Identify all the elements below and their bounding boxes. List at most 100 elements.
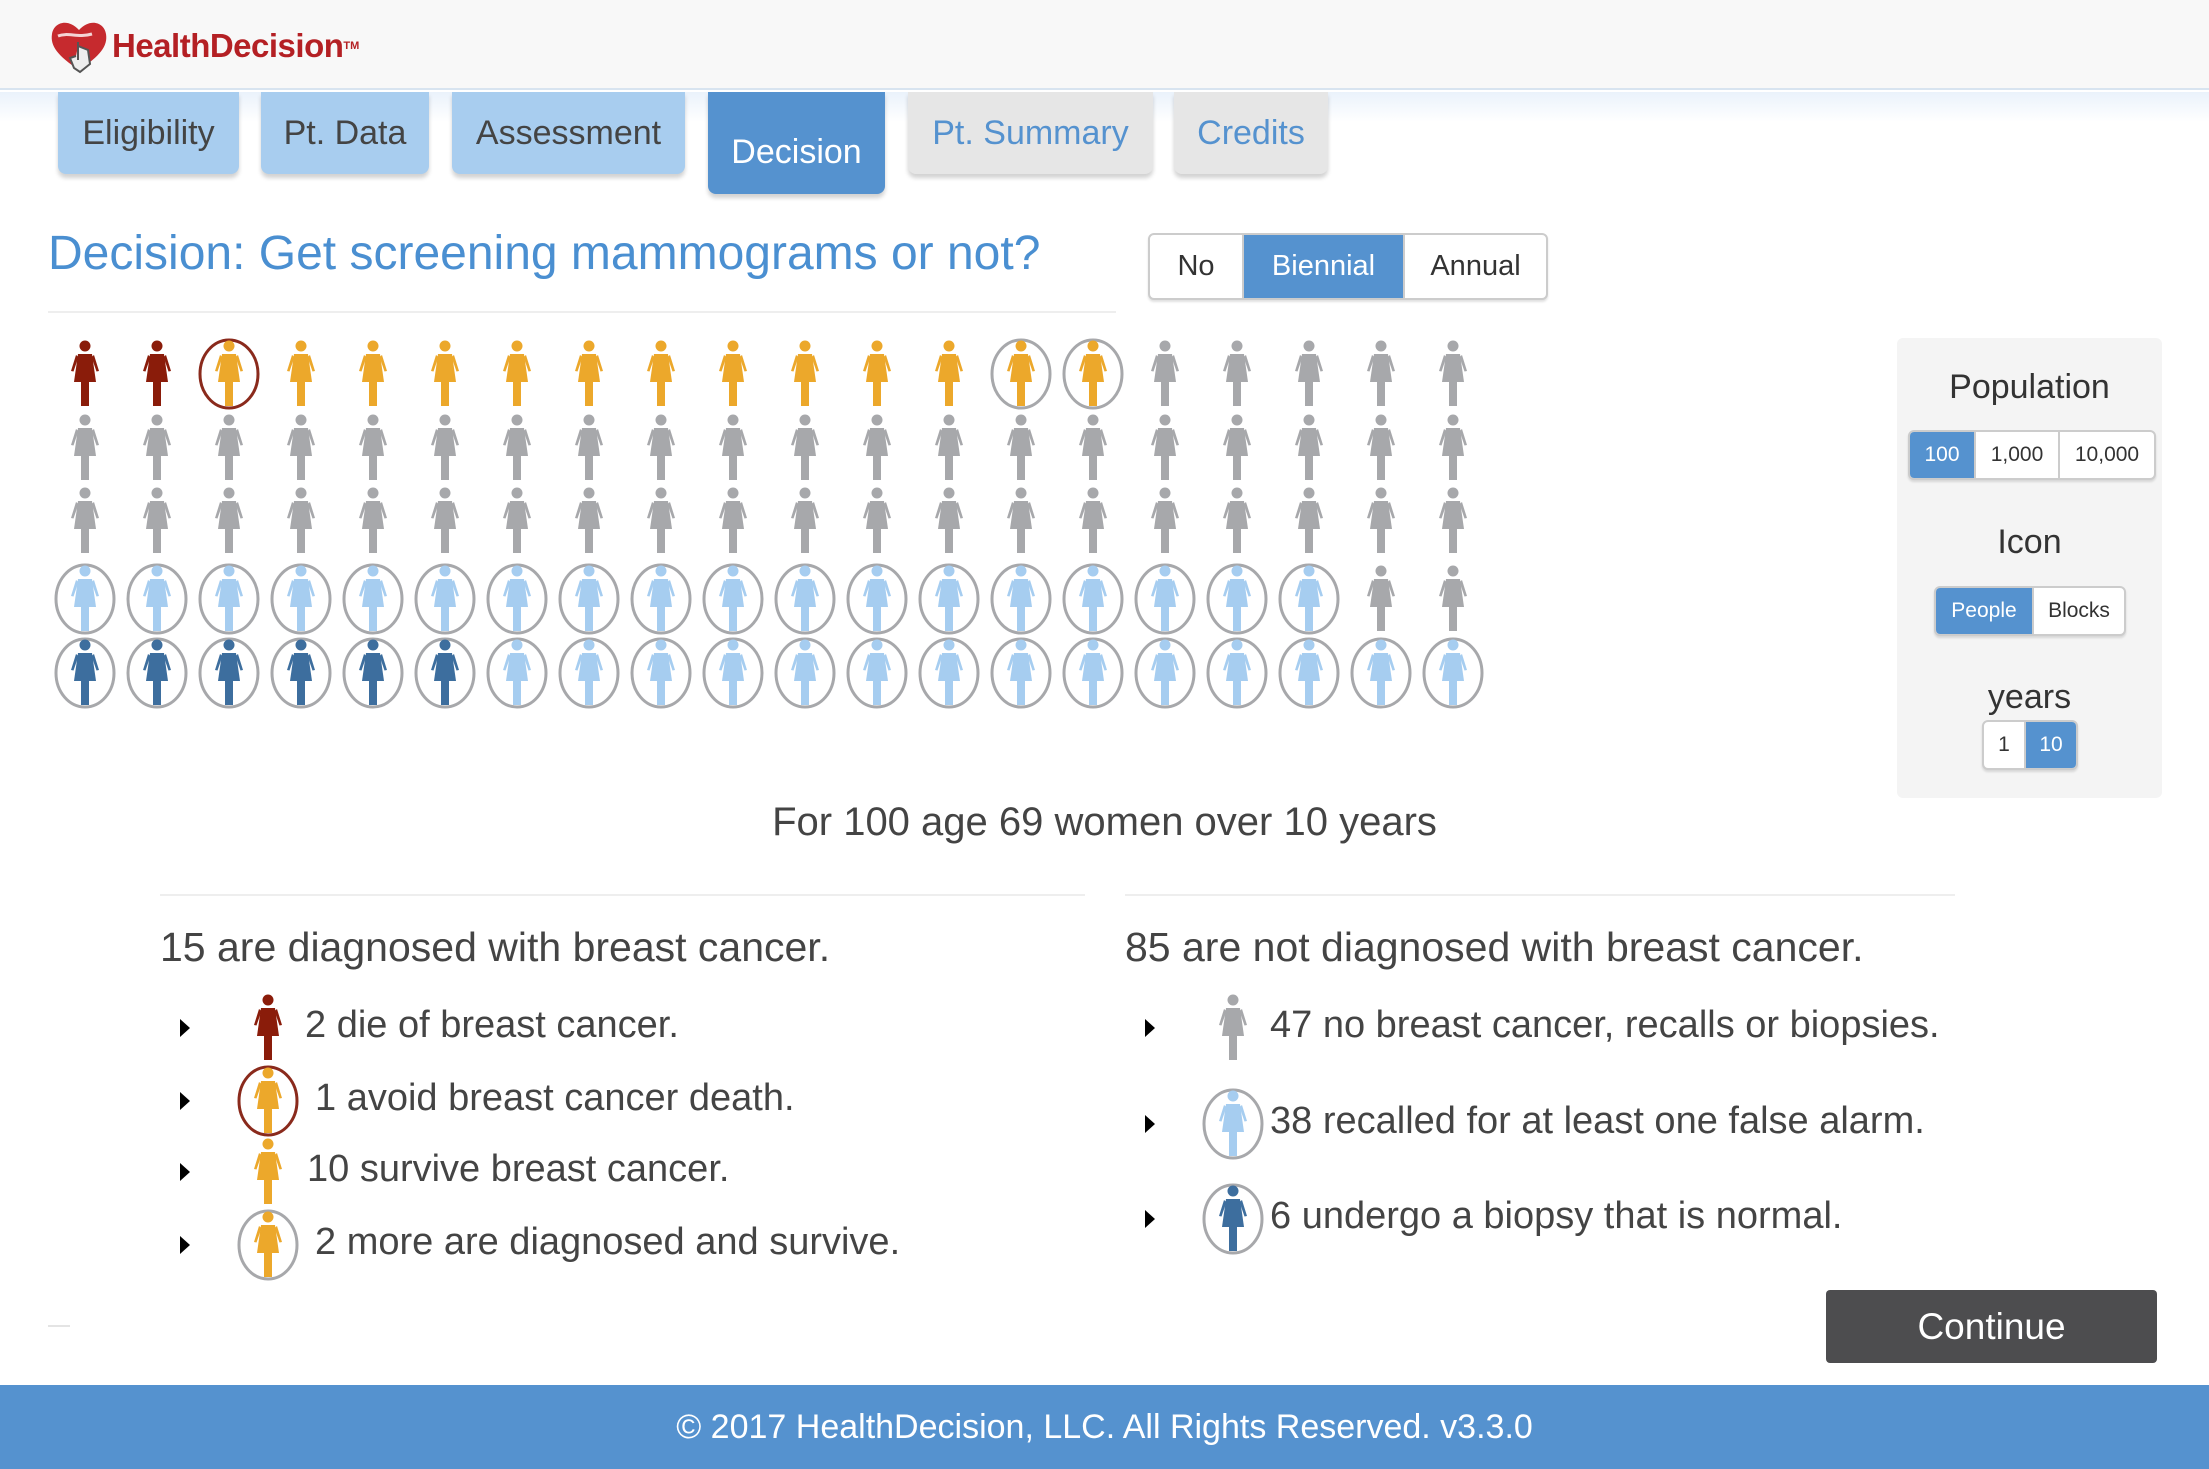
tab-decision[interactable]: Decision xyxy=(708,92,885,194)
years-10[interactable]: 10 xyxy=(2024,722,2076,768)
person-icon-none xyxy=(265,484,337,558)
person-icon-none xyxy=(985,411,1057,485)
person-icon-none xyxy=(1273,411,1345,485)
person-icon-none xyxy=(841,484,913,558)
display-controls-panel: Population 100 1,000 10,000 Icon People … xyxy=(1897,338,2162,798)
tab-eligibility[interactable]: Eligibility xyxy=(58,92,239,174)
person-icon-survive xyxy=(337,337,409,411)
person-icon-recall xyxy=(49,562,121,636)
legend-icon-avoid xyxy=(232,1064,304,1143)
person-icon-none xyxy=(1345,337,1417,411)
person-icon-none xyxy=(121,484,193,558)
brand-logo[interactable]: HealthDecision TM xyxy=(48,16,359,76)
person-icon-survive xyxy=(553,337,625,411)
person-icon-none xyxy=(697,484,769,558)
person-icon-none xyxy=(1129,337,1201,411)
expand-caret-icon[interactable] xyxy=(180,1236,190,1254)
person-icon-recall xyxy=(121,562,193,636)
person-icon-none xyxy=(1345,562,1417,636)
person-icon-none xyxy=(985,484,1057,558)
years-label: years xyxy=(1987,678,2072,716)
expand-caret-icon[interactable] xyxy=(180,1163,190,1181)
person-icon-none xyxy=(913,484,985,558)
population-1000[interactable]: 1,000 xyxy=(1974,432,2058,478)
expand-caret-icon[interactable] xyxy=(1145,1115,1155,1133)
person-icon-none xyxy=(913,411,985,485)
population-100[interactable]: 100 xyxy=(1910,432,1974,478)
person-icon-none xyxy=(193,411,265,485)
legend-text-more: 2 more are diagnosed and survive. xyxy=(315,1221,901,1263)
person-icon-recall xyxy=(913,636,985,710)
person-icon-none xyxy=(121,411,193,485)
footer-copyright: © 2017 HealthDecision, LLC. All Rights R… xyxy=(0,1385,2209,1469)
tab-pt-data[interactable]: Pt. Data xyxy=(261,92,429,174)
person-icon-recall xyxy=(553,636,625,710)
years-toggle: 1 10 xyxy=(1982,720,2078,770)
person-icon-recall xyxy=(697,562,769,636)
icon-people[interactable]: People xyxy=(1936,588,2032,634)
person-icon-none xyxy=(337,411,409,485)
expand-caret-icon[interactable] xyxy=(1145,1210,1155,1228)
app-header: HealthDecision TM xyxy=(0,0,2209,90)
brand-name: HealthDecision xyxy=(112,27,344,64)
divider-mark xyxy=(48,1325,70,1327)
icon-blocks[interactable]: Blocks xyxy=(2032,588,2124,634)
population-10000[interactable]: 10,000 xyxy=(2058,432,2154,478)
expand-caret-icon[interactable] xyxy=(180,1092,190,1110)
person-icon-recall xyxy=(1201,562,1273,636)
diagnosed-divider xyxy=(160,894,1085,896)
person-icon-none xyxy=(1345,411,1417,485)
expand-caret-icon[interactable] xyxy=(180,1019,190,1037)
person-icon-none xyxy=(1057,484,1129,558)
diagnosed-heading: 15 are diagnosed with breast cancer. xyxy=(160,924,831,970)
person-icon-biopsy xyxy=(409,636,481,710)
person-icon-biopsy xyxy=(265,636,337,710)
tab-credits[interactable]: Credits xyxy=(1174,92,1328,174)
person-icon-recall xyxy=(1345,636,1417,710)
tab-assessment[interactable]: Assessment xyxy=(452,92,685,174)
person-icon-survive xyxy=(409,337,481,411)
person-icon-recall xyxy=(1417,636,1489,710)
person-icon-none xyxy=(409,484,481,558)
tab-pt-summary[interactable]: Pt. Summary xyxy=(908,92,1153,174)
person-icon-none xyxy=(1273,337,1345,411)
legend-text-avoid: 1 avoid breast cancer death. xyxy=(315,1077,795,1119)
person-icon-recall xyxy=(1129,636,1201,710)
person-icon-none xyxy=(553,411,625,485)
legend-icon-biopsy xyxy=(1197,1182,1269,1261)
person-icon-none xyxy=(841,411,913,485)
person-icon-none xyxy=(1201,411,1273,485)
person-icon-recall xyxy=(1273,562,1345,636)
person-icon-recall xyxy=(1129,562,1201,636)
person-icon-none xyxy=(1129,411,1201,485)
years-1[interactable]: 1 xyxy=(1984,722,2024,768)
person-icon-none xyxy=(1417,484,1489,558)
expand-caret-icon[interactable] xyxy=(1145,1019,1155,1037)
person-icon-none xyxy=(697,411,769,485)
person-icon-recall xyxy=(625,562,697,636)
person-icon-survive xyxy=(265,337,337,411)
title-divider xyxy=(48,311,1116,313)
option-annual[interactable]: Annual xyxy=(1403,235,1546,298)
person-icon-recall xyxy=(985,562,1057,636)
legend-icon-none xyxy=(1197,991,1269,1070)
person-icon-none xyxy=(409,411,481,485)
person-icon-recall xyxy=(697,636,769,710)
person-icon-survive xyxy=(697,337,769,411)
legend-text-die: 2 die of breast cancer. xyxy=(305,1004,679,1046)
person-icon-recall xyxy=(481,636,553,710)
person-icon-die xyxy=(121,337,193,411)
person-icon-survive xyxy=(841,337,913,411)
person-icon-recall xyxy=(481,562,553,636)
person-icon-none xyxy=(1057,411,1129,485)
person-icon-recall xyxy=(985,636,1057,710)
person-icon-none xyxy=(481,484,553,558)
not-diagnosed-heading: 85 are not diagnosed with breast cancer. xyxy=(1125,924,1864,970)
continue-button[interactable]: Continue xyxy=(1826,1290,2157,1363)
option-no[interactable]: No xyxy=(1150,235,1242,298)
option-biennial[interactable]: Biennial xyxy=(1242,235,1403,298)
person-icon-none xyxy=(481,411,553,485)
person-icon-none xyxy=(1345,484,1417,558)
person-icon-biopsy xyxy=(337,636,409,710)
legend-text-recall: 38 recalled for at least one false alarm… xyxy=(1270,1100,1925,1142)
